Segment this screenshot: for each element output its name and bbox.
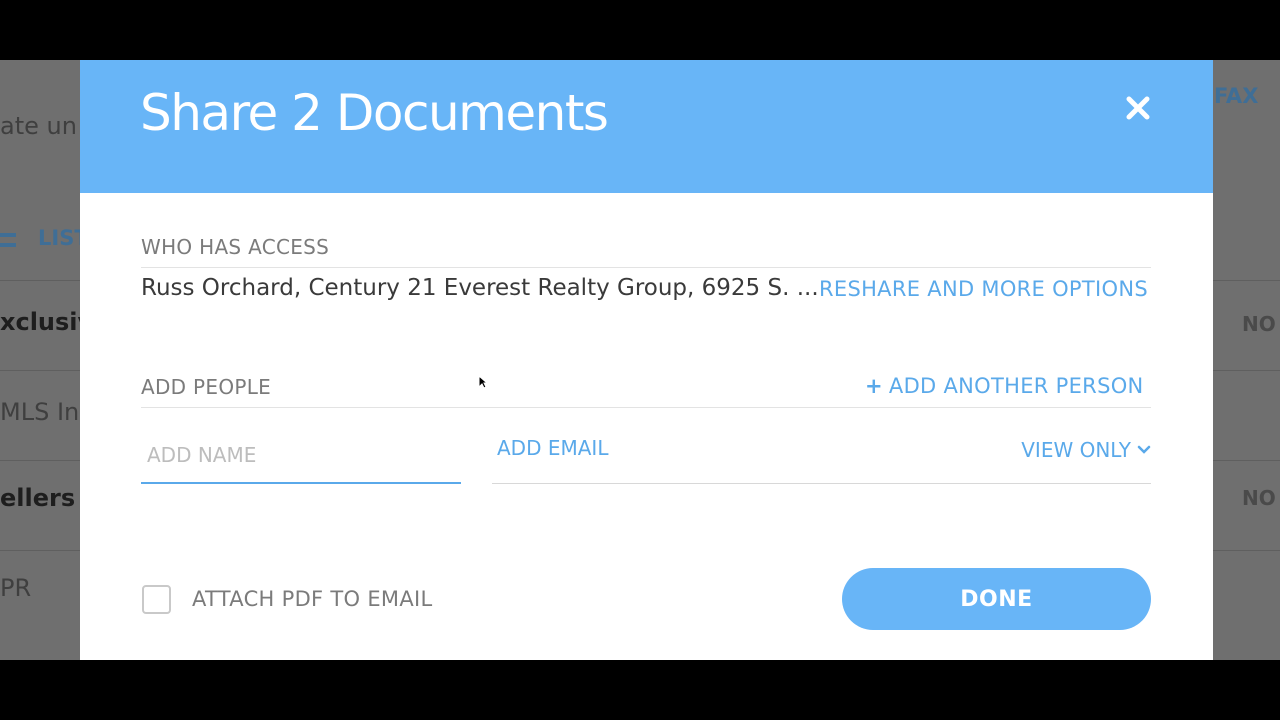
add-people-label: ADD PEOPLE: [141, 375, 272, 399]
list-icon: [0, 233, 16, 247]
dialog-header: Share 2 Documents: [80, 60, 1213, 193]
bg-fax-link: FAX: [1214, 84, 1259, 108]
mouse-cursor-icon: [478, 375, 488, 389]
done-button[interactable]: DONE: [842, 568, 1151, 630]
reshare-options-link[interactable]: RESHARE AND MORE OPTIONS: [819, 277, 1148, 301]
chevron-down-icon: [1137, 436, 1151, 460]
attach-pdf-checkbox[interactable]: [142, 585, 171, 614]
share-dialog: Share 2 Documents WHO HAS ACCESS Russ Or…: [80, 60, 1213, 660]
divider: [141, 267, 1151, 268]
bg-row-status: NO: [1242, 312, 1276, 336]
close-icon: [1126, 96, 1150, 120]
who-has-access-label: WHO HAS ACCESS: [141, 235, 330, 259]
bg-text: ate un: [0, 112, 77, 140]
add-another-person-label: ADD ANOTHER PERSON: [888, 374, 1144, 398]
access-list: Russ Orchard, Century 21 Everest Realty …: [141, 275, 819, 301]
add-another-person-button[interactable]: + ADD ANOTHER PERSON: [865, 374, 1144, 398]
bg-row-title: PR: [0, 574, 32, 602]
close-button[interactable]: [1124, 94, 1152, 122]
email-input[interactable]: ADD EMAIL VIEW ONLY: [492, 428, 1151, 484]
permission-dropdown[interactable]: VIEW ONLY: [1021, 436, 1151, 462]
attach-pdf-label: ATTACH PDF TO EMAIL: [192, 587, 433, 611]
divider: [141, 407, 1151, 408]
dialog-title: Share 2 Documents: [140, 84, 609, 142]
name-input[interactable]: [141, 428, 461, 484]
permission-value: VIEW ONLY: [1021, 438, 1131, 462]
plus-icon: +: [865, 374, 883, 398]
bg-row-title: ellers: [0, 484, 76, 512]
bg-row-status: NO: [1242, 486, 1276, 510]
email-placeholder: ADD EMAIL: [497, 436, 609, 460]
